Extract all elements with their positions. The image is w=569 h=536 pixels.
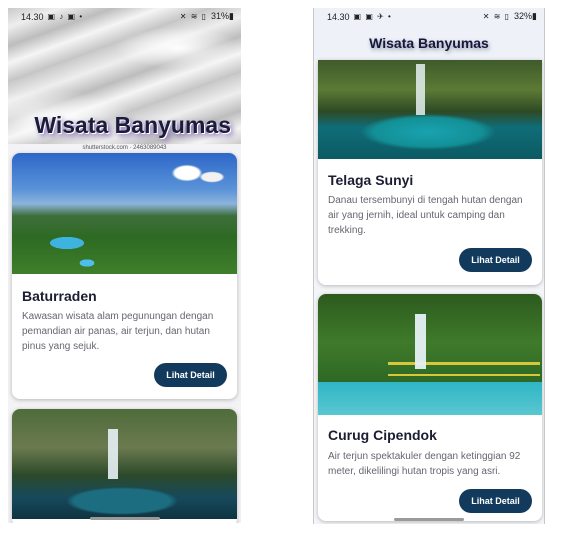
card-title: Baturraden (22, 288, 97, 304)
lihat-detail-button[interactable]: Lihat Detail (459, 489, 532, 513)
notification-icons: ▣ ♪ ▣ • (47, 12, 84, 21)
destination-card-curug-cipendok[interactable]: Curug Cipendok Air terjun spektakuler de… (318, 294, 542, 521)
app-title: Wisata Banyumas (369, 35, 489, 51)
lihat-detail-button[interactable]: Lihat Detail (154, 363, 227, 387)
destination-card-telaga-sunyi[interactable]: Telaga Sunyi Danau tersembunyi di tengah… (318, 60, 542, 285)
image-watermark: shutterstock.com · 2463089043 (82, 145, 167, 151)
waterfall-photo (12, 409, 237, 519)
phone-screen-left: 14.30 ▣ ♪ ▣ • ✕ ≋ ▯ 31%▮ Wisata Banyumas… (8, 8, 241, 523)
card-description: Kawasan wisata alam pegunungan dengan pe… (22, 311, 214, 352)
connectivity-icons: ✕ ≋ ▯ (482, 12, 511, 21)
curug-cipendok-photo (318, 294, 542, 415)
phone-screen-right: 14.30 ▣ ▣ ✈ • ✕ ≋ ▯ 32%▮ Wisata Banyumas… (313, 8, 545, 524)
lihat-detail-button[interactable]: Lihat Detail (459, 248, 532, 272)
notification-icons: ▣ ▣ ✈ • (353, 12, 392, 21)
hero-title: Wisata Banyumas (34, 112, 231, 138)
card-title: Telaga Sunyi (328, 172, 414, 188)
connectivity-icons: ✕ ≋ ▯ (179, 12, 208, 21)
card-description: Air terjun spektakuler dengan ketinggian… (328, 451, 521, 477)
telaga-sunyi-photo (318, 60, 542, 159)
battery-indicator: 31%▮ (211, 11, 234, 21)
card-title: Curug Cipendok (328, 427, 437, 443)
home-indicator[interactable] (394, 518, 464, 521)
destination-card-partial[interactable] (12, 409, 237, 523)
home-indicator[interactable] (89, 517, 160, 520)
battery-indicator: 32%▮ (514, 11, 537, 21)
destination-card-baturraden[interactable]: Baturraden Kawasan wisata alam pegununga… (12, 153, 237, 399)
status-time: 14.30 (21, 11, 44, 22)
status-bar: 14.30 ▣ ▣ ✈ • ✕ ≋ ▯ 32%▮ (314, 8, 544, 25)
baturraden-photo (12, 153, 237, 274)
card-description: Danau tersembunyi di tengah hutan dengan… (328, 195, 523, 236)
status-bar: 14.30 ▣ ♪ ▣ • ✕ ≋ ▯ 31%▮ (8, 8, 241, 25)
status-time: 14.30 (327, 11, 350, 22)
